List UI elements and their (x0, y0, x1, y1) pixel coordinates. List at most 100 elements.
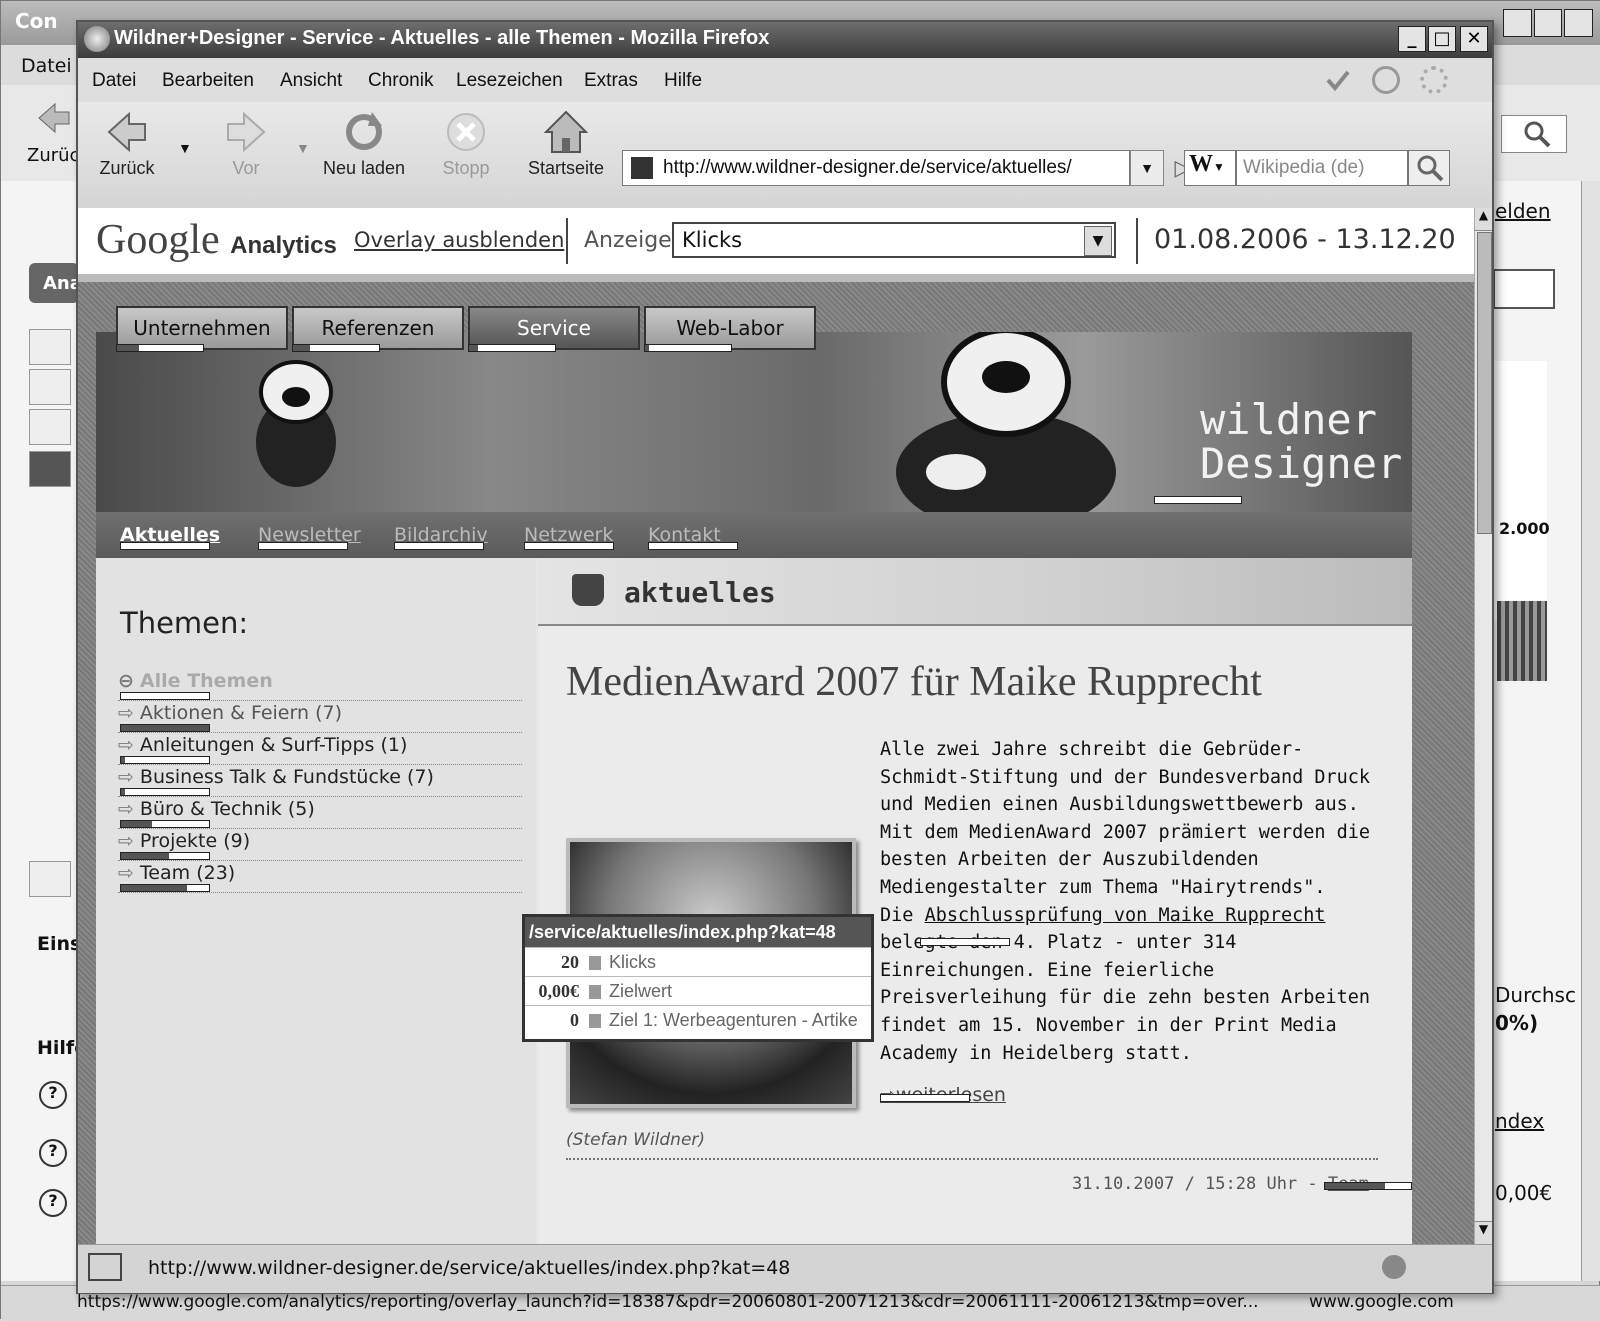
menu-ansicht[interactable]: Ansicht (280, 70, 342, 92)
click-stats-tooltip: /service/aktuelles/index.php?kat=48 20 Kl… (522, 914, 874, 1042)
display-metric-select[interactable]: Klicks ▼ (672, 222, 1116, 258)
minimize-button[interactable]: _ (1398, 26, 1426, 52)
website-content: wildner Designer Unternehmen Referenzen … (96, 306, 1412, 1244)
google-analytics-logo: Google Analytics (96, 217, 337, 263)
firefox-logo-icon (84, 26, 110, 52)
coffee-cup-icon (572, 574, 604, 606)
tooltip-row: 0 Ziel 1: Werbeagenturen - Artike (525, 1005, 871, 1035)
url-bar[interactable]: http://www.wildner-designer.de/service/a… (622, 150, 1130, 186)
url-text: http://www.wildner-designer.de/service/a… (663, 157, 1072, 178)
article-paragraph: Alle zwei Jahre schreibt die Gebrüder-Sc… (880, 739, 1371, 816)
legend-swatch (589, 1014, 601, 1028)
bg-help-icon-3[interactable]: ? (39, 1189, 67, 1217)
back-button[interactable]: Zurück (94, 110, 160, 179)
analytics-overlay-bar: Google Analytics Overlay ausblenden Anze… (78, 208, 1474, 282)
home-icon (543, 110, 589, 154)
menu-lesezeichen[interactable]: Lesezeichen (456, 70, 563, 92)
menubar: Datei Bearbeiten Ansicht Chronik Lesezei… (78, 58, 1492, 102)
bg-analytics-tab[interactable]: Ana (29, 263, 82, 303)
reload-icon (342, 110, 386, 154)
click-bar (120, 542, 210, 550)
bg-close-button[interactable] (1564, 9, 1594, 37)
checkmark-icon[interactable] (1324, 66, 1352, 94)
background-window-controls[interactable] (1503, 9, 1594, 37)
firefox-window: Wildner+Designer - Service - Aktuelles -… (76, 20, 1494, 1294)
bg-logout-link[interactable]: elden (1495, 199, 1551, 223)
bg-menu-datei[interactable]: Datei (21, 55, 72, 77)
hide-overlay-link[interactable]: Overlay ausblenden (354, 228, 564, 252)
bg-help-icon-2[interactable]: ? (39, 1139, 67, 1167)
legend-swatch (589, 985, 601, 999)
bg-dashboard-icon[interactable] (29, 329, 71, 365)
section-header: aktuelles (538, 558, 1412, 626)
bg-traffic-icon[interactable] (29, 409, 71, 445)
search-input[interactable]: Wikipedia (de) (1236, 150, 1408, 186)
tooltip-row: 0,00€ Zielwert (525, 976, 871, 1006)
bg-minimize-button[interactable] (1503, 9, 1532, 37)
security-icon[interactable] (1382, 1255, 1406, 1279)
menu-bearbeiten[interactable]: Bearbeiten (162, 70, 254, 92)
menu-datei[interactable]: Datei (92, 70, 136, 92)
scroll-up-icon[interactable]: ▲ (1475, 208, 1492, 231)
divider (566, 218, 568, 264)
check-circle-icon[interactable] (1372, 66, 1400, 94)
menu-chronik[interactable]: Chronik (368, 70, 433, 92)
bg-search-button[interactable] (1501, 115, 1567, 153)
bg-index-link[interactable]: ndex (1495, 1109, 1544, 1133)
divider (1136, 218, 1138, 264)
gear-icon[interactable] (1420, 66, 1448, 94)
bg-maximize-button[interactable] (1533, 9, 1563, 37)
bg-help-icon-1[interactable]: ? (39, 1081, 67, 1109)
bg-select[interactable] (1493, 269, 1555, 309)
arrow-icon: ⇨ (118, 702, 134, 724)
status-icon[interactable] (88, 1253, 122, 1281)
click-bar-service (468, 344, 556, 352)
arrow-icon: ⇨ (118, 766, 134, 788)
exam-link[interactable]: Abschlussprüfung von Maike Rupprecht (925, 905, 1326, 926)
article-paragraph: Mit dem MedienAward 2007 prämiert werden… (880, 821, 1371, 898)
topic-click-bar (120, 692, 210, 700)
stop-button[interactable]: Stopp (430, 110, 502, 179)
home-label: Startseite (527, 158, 605, 178)
bg-content-icon[interactable] (29, 451, 71, 487)
tooltip-row: 20 Klicks (525, 947, 871, 977)
search-engine-selector[interactable]: W▼ (1184, 150, 1236, 186)
window-titlebar[interactable]: Wildner+Designer - Service - Aktuelles -… (78, 22, 1492, 58)
tooltip-path: /service/aktuelles/index.php?kat=48 (525, 917, 871, 947)
home-button[interactable]: Startseite (518, 110, 614, 179)
forward-history-dropdown-icon[interactable]: ▼ (296, 140, 310, 156)
chevron-down-icon[interactable]: ▼ (1084, 226, 1112, 256)
brand-logo: wildner Designer (1200, 395, 1403, 488)
scroll-down-icon[interactable]: ▼ (1475, 1221, 1492, 1244)
close-button[interactable]: ✕ (1460, 26, 1488, 52)
bg-avg-label: Durchsc (1495, 983, 1576, 1007)
click-bar (880, 1094, 970, 1102)
search-button[interactable] (1408, 150, 1450, 186)
display-metric-value: Klicks (682, 228, 743, 252)
wikipedia-icon: W (1189, 151, 1213, 177)
reload-button[interactable]: Neu laden (314, 110, 414, 179)
panda-illustration-large (896, 332, 1116, 512)
back-history-dropdown-icon[interactable]: ▼ (178, 140, 192, 156)
maximize-button[interactable]: □ (1428, 26, 1456, 52)
bg-avg-value: 0%) (1495, 1011, 1539, 1035)
bg-settings-heading: Eins (37, 933, 82, 955)
bg-vertical-scrollbar[interactable] (1581, 181, 1600, 1281)
bg-status-right: www.google.com (1309, 1292, 1454, 1312)
arrow-icon: ⊖ (118, 670, 134, 692)
scroll-thumb[interactable] (1477, 232, 1492, 534)
vertical-scrollbar[interactable]: ▲ ▼ (1474, 208, 1492, 1244)
bg-goals-flag-icon[interactable] (29, 861, 71, 897)
bg-back-arrow-icon[interactable] (37, 101, 71, 135)
menu-hilfe[interactable]: Hilfe (664, 70, 702, 92)
bg-visitors-icon[interactable] (29, 369, 71, 405)
menu-extras[interactable]: Extras (584, 70, 638, 92)
arrow-icon: ⇨ (118, 734, 134, 756)
url-history-dropdown-icon[interactable]: ▼ (1130, 150, 1164, 186)
bg-status-url: https://www.google.com/analytics/reporti… (77, 1292, 1259, 1312)
section-title: aktuelles (624, 576, 776, 609)
article-paragraph: Die Abschlussprüfung von Maike Rupprecht… (880, 904, 1371, 1064)
background-window-title: Con (15, 9, 58, 33)
forward-button[interactable]: Vor (218, 110, 274, 179)
article-title[interactable]: MedienAward 2007 für Maike Rupprecht (566, 658, 1262, 706)
